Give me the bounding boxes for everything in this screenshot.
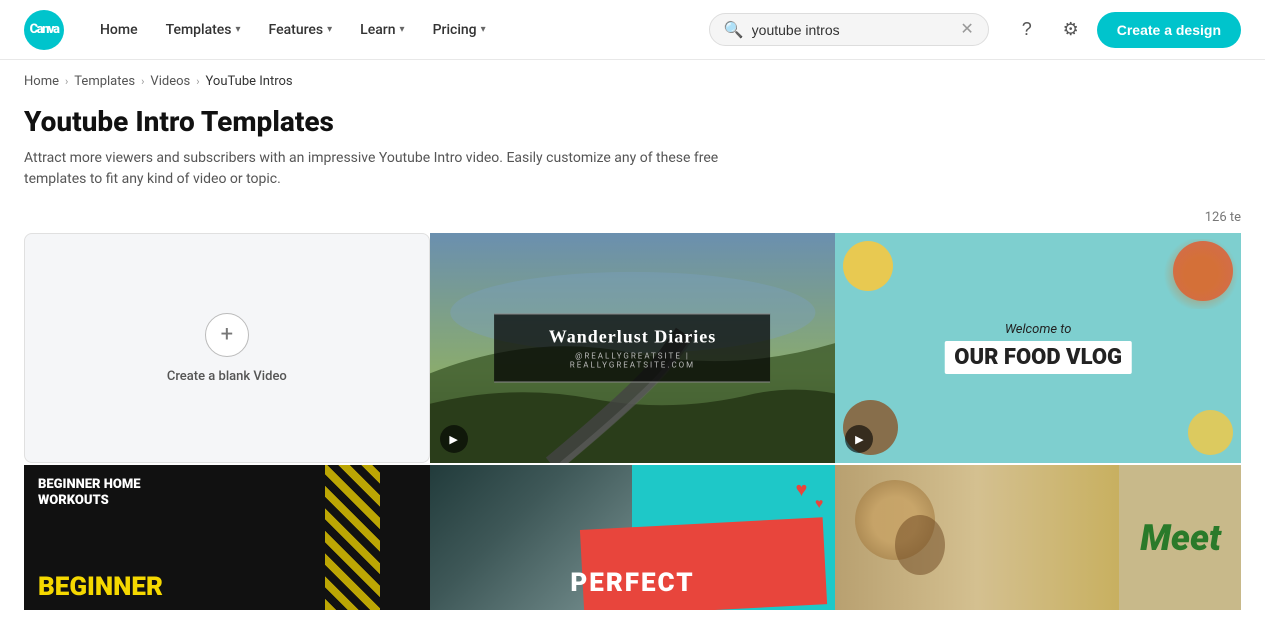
nav-links: Home Templates ▾ Features ▾ Learn ▾ Pric… [88, 16, 701, 44]
navbar: Canva Home Templates ▾ Features ▾ Learn … [0, 0, 1265, 60]
workout-bottom-text: BEGINNER [38, 574, 163, 600]
pricing-chevron-icon: ▾ [481, 24, 486, 35]
food-vlog-template-card[interactable]: Welcome to OUR FOOD VLOG ▶ [835, 233, 1241, 463]
food-center-text: Welcome to OUR FOOD VLOG [876, 322, 1201, 374]
search-bar: 🔍 ✕ [709, 13, 989, 46]
workout-template-card[interactable]: BEGINNER HOME WORKOUTS BEGINNER [24, 465, 430, 610]
settings-button[interactable]: ⚙ [1053, 12, 1089, 48]
features-chevron-icon: ▾ [327, 24, 332, 35]
clear-search-button[interactable]: ✕ [960, 22, 973, 38]
perfect-text: PERFECT [570, 568, 694, 598]
food-title-text: OUR FOOD VLOG [944, 341, 1132, 374]
workout-big-text: BEGINNER [38, 574, 163, 600]
page-description: Attract more viewers and subscribers wit… [24, 148, 744, 190]
breadcrumb-current: YouTube Intros [206, 74, 293, 89]
play-button[interactable]: ▶ [440, 425, 468, 453]
perfect-bg: ♥ ♥ PERFECT [430, 465, 836, 610]
breadcrumb-videos[interactable]: Videos [150, 74, 190, 89]
templates-chevron-icon: ▾ [236, 24, 241, 35]
wanderlust-subtitle: @REALLYGREATSITE | REALLYGREATSITE.COM [513, 352, 753, 370]
create-design-button[interactable]: Create a design [1097, 12, 1241, 48]
heart-icon-2: ♥ [815, 495, 823, 512]
nav-templates[interactable]: Templates ▾ [154, 16, 253, 44]
nav-pricing[interactable]: Pricing ▾ [421, 16, 498, 44]
workout-top-text: BEGINNER HOME WORKOUTS [38, 477, 140, 508]
workout-stripe [325, 465, 380, 610]
nav-home[interactable]: Home [88, 16, 150, 44]
meet-template-card[interactable]: Meet [835, 465, 1241, 610]
template-grid-row2: BEGINNER HOME WORKOUTS BEGINNER ♥ ♥ PERF… [0, 465, 1265, 610]
plus-icon: + [205, 313, 249, 357]
template-grid: + Create a blank Video [0, 233, 1265, 463]
template-count: 126 te [1205, 210, 1241, 225]
breadcrumb-templates[interactable]: Templates [74, 74, 135, 89]
breadcrumb-home[interactable]: Home [24, 74, 59, 89]
breadcrumb-sep-2: › [141, 75, 144, 88]
blank-video-card[interactable]: + Create a blank Video [24, 233, 430, 463]
help-button[interactable]: ? [1009, 12, 1045, 48]
food-spice-deco [1161, 239, 1241, 309]
blank-card-label: Create a blank Video [167, 369, 287, 384]
food-deco-lime [1188, 410, 1233, 455]
meet-bg: Meet [835, 465, 1241, 610]
page-header: Youtube Intro Templates Attract more vie… [0, 97, 1265, 206]
wanderlust-title: Wanderlust Diaries [513, 327, 753, 348]
food-welcome-text: Welcome to [876, 322, 1201, 337]
workout-bg: BEGINNER HOME WORKOUTS BEGINNER [24, 465, 430, 610]
perfect-template-card[interactable]: ♥ ♥ PERFECT [430, 465, 836, 610]
breadcrumb-sep-3: › [196, 75, 199, 88]
meet-text: Meet [1140, 517, 1221, 559]
dog-meet-area [835, 465, 1119, 610]
search-icon: 🔍 [724, 20, 744, 39]
learn-chevron-icon: ▾ [400, 24, 405, 35]
breadcrumb: Home › Templates › Videos › YouTube Intr… [0, 60, 1265, 97]
template-count-row: 126 te [0, 206, 1265, 233]
logo[interactable]: Canva [24, 10, 64, 50]
page-title: Youtube Intro Templates [24, 105, 1241, 138]
food-deco-lemon [843, 241, 893, 291]
heart-icon-1: ♥ [795, 477, 807, 502]
wanderlust-template-card[interactable]: Wanderlust Diaries @REALLYGREATSITE | RE… [430, 233, 836, 463]
breadcrumb-sep-1: › [65, 75, 68, 88]
dog-body [895, 515, 945, 575]
canva-logo: Canva [24, 10, 64, 50]
nav-learn[interactable]: Learn ▾ [348, 16, 416, 44]
nav-right: ? ⚙ Create a design [1009, 12, 1241, 48]
nav-features[interactable]: Features ▾ [257, 16, 345, 44]
wanderlust-text-overlay: Wanderlust Diaries @REALLYGREATSITE | RE… [495, 314, 771, 383]
search-input[interactable] [752, 22, 953, 38]
